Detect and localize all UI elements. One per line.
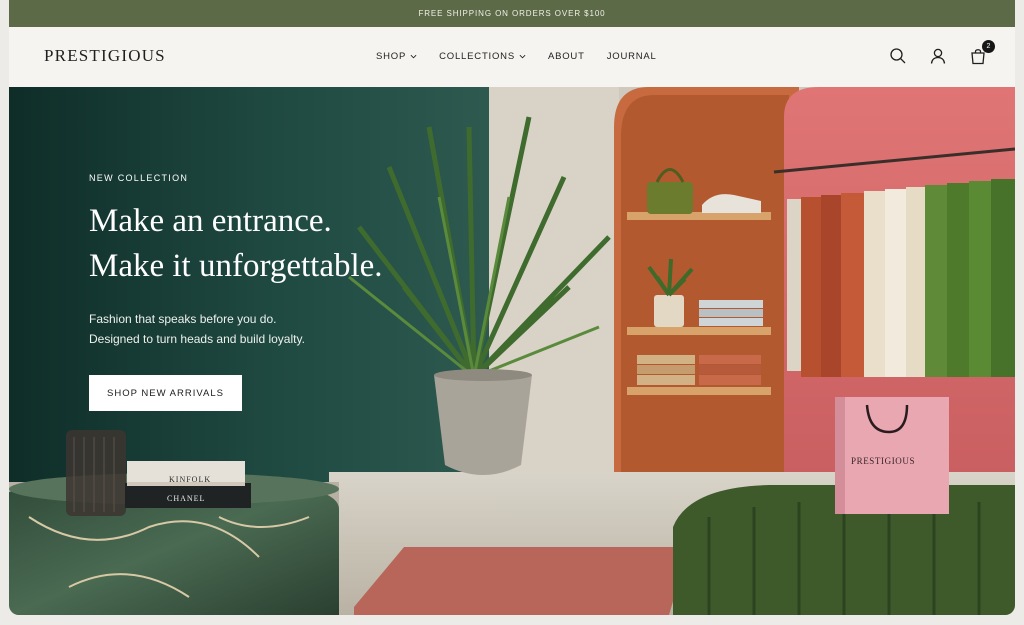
nav-collections[interactable]: COLLECTIONS [439,51,526,62]
site-header: PRESTIGIOUS SHOP COLLECTIONS ABOUT JOURN… [9,27,1015,87]
hero-subtitle-line2: Designed to turn heads and build loyalty… [89,332,305,346]
header-icons: 2 [889,40,995,65]
nav-journal[interactable]: JOURNAL [607,51,657,62]
page-frame: FREE SHIPPING ON ORDERS OVER $100 PRESTI… [9,0,1015,615]
hero-banner: KINFOLK CHANEL PRESTIGIOUS NEW COLLECTIO… [9,87,1015,615]
hero-headline-line1: Make an entrance. [89,203,332,239]
search-icon [890,48,906,64]
account-button[interactable] [929,47,947,65]
shopping-bag-logo: PRESTIGIOUS [851,456,916,466]
hero-headline-line2: Make it unforgettable. [89,248,383,284]
announcement-text: FREE SHIPPING ON ORDERS OVER $100 [418,9,606,18]
nav-about-label: ABOUT [547,51,585,62]
announcement-bar: FREE SHIPPING ON ORDERS OVER $100 [9,0,1015,27]
brand-logo[interactable]: PRESTIGIOUS [44,46,166,66]
shop-new-arrivals-button[interactable]: SHOP NEW ARRIVALS [89,375,242,411]
nav-about[interactable]: ABOUT [548,51,585,62]
hero-content: NEW COLLECTION Make an entrance. Make it… [89,173,383,411]
hero-headline: Make an entrance. Make it unforgettable. [89,199,383,289]
hero-eyebrow: NEW COLLECTION [89,173,189,183]
chevron-down-icon [519,54,526,59]
hero-subtitle-line1: Fashion that speaks before you do. [89,312,277,326]
account-icon [930,48,946,64]
hero-subtitle: Fashion that speaks before you do. Desig… [89,309,383,349]
cart-button[interactable]: 2 [969,40,995,65]
nav-journal-label: JOURNAL [606,51,657,62]
search-button[interactable] [889,47,907,65]
nav-shop[interactable]: SHOP [376,51,417,62]
nav-collections-label: COLLECTIONS [439,51,515,62]
chevron-down-icon [410,54,417,59]
nav-shop-label: SHOP [376,51,407,62]
book-chanel-title: CHANEL [167,494,206,503]
main-nav: SHOP COLLECTIONS ABOUT JOURNAL [376,51,657,62]
book-kinfolk-title: KINFOLK [169,475,212,484]
cart-count-badge: 2 [982,40,995,53]
